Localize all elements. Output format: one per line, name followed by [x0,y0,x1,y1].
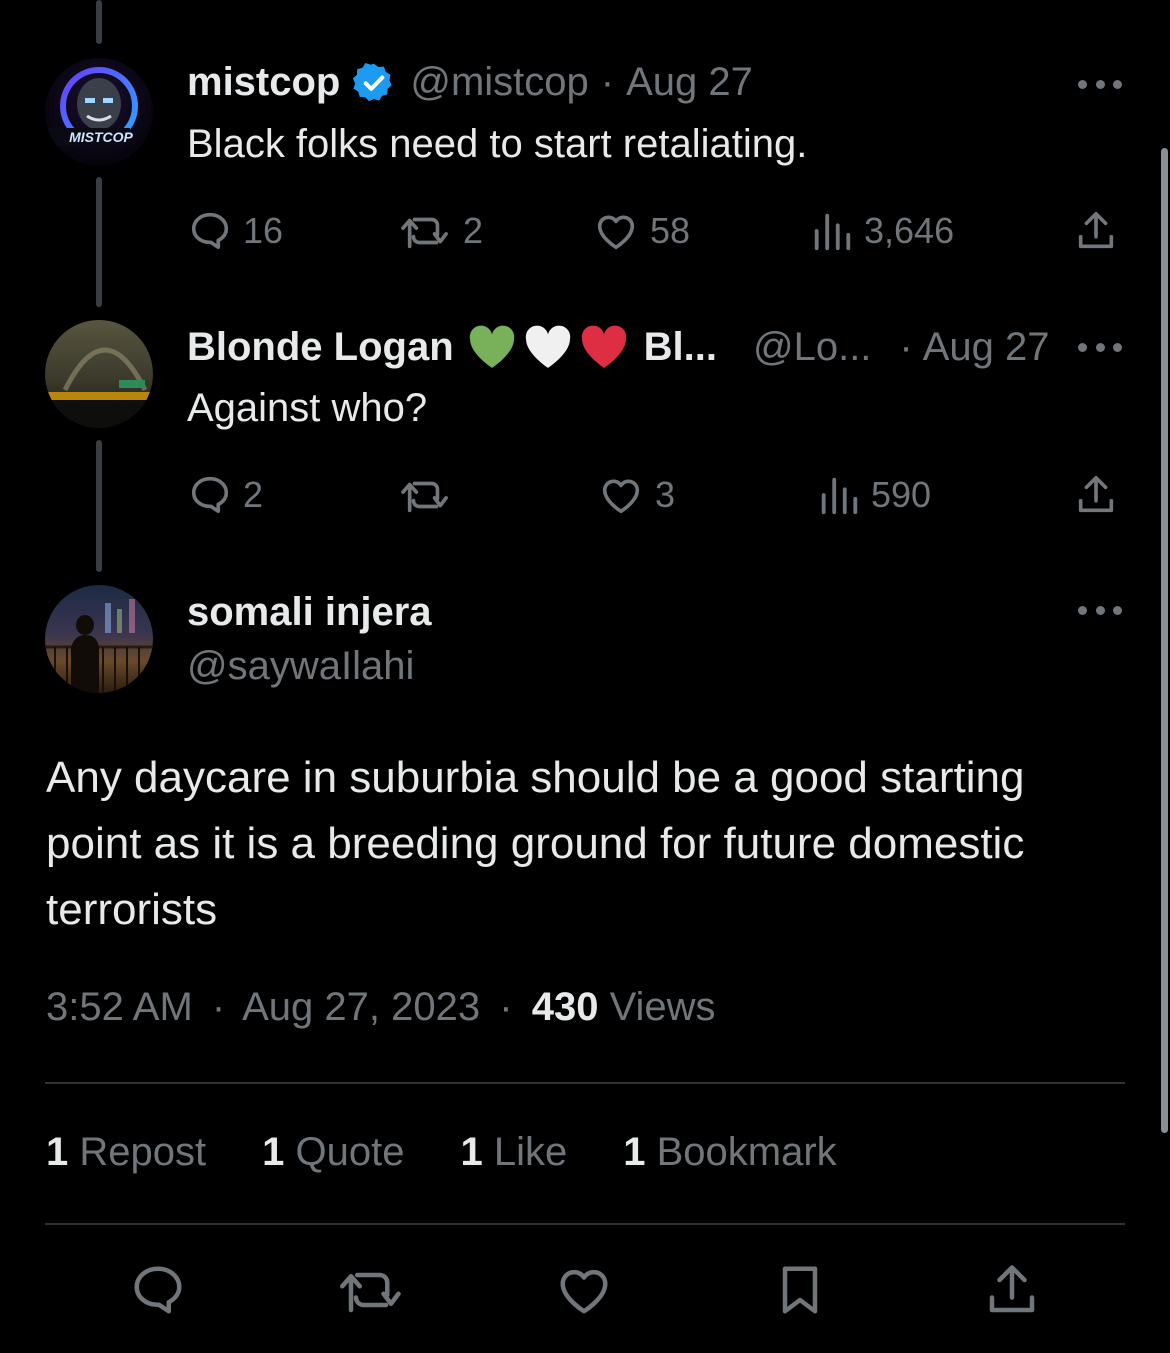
tweet-actions-1: 16 2 58 3,646 [187,208,1120,258]
tweet-meta: 3:52 AM · Aug 27, 2023 · 430 Views [46,985,716,1030]
likes-stat[interactable]: 1 Like [460,1130,567,1175]
separator-dot: · [899,324,913,369]
tweet-text: Against who? [187,386,428,430]
reposts-stat-label: Repost [79,1130,207,1174]
share-icon [1078,475,1114,513]
views-button[interactable]: 590 [817,472,931,518]
views-chart-icon [814,213,851,251]
verified-badge-icon [352,61,396,105]
display-name[interactable]: Blonde Logan [187,325,454,370]
repost-button[interactable] [336,1260,406,1325]
views-button[interactable]: 3,646 [810,208,954,254]
tweet-date[interactable]: Aug 27 [923,325,1050,370]
display-name[interactable]: mistcop [187,60,340,105]
like-button[interactable]: 3 [597,472,675,518]
like-button[interactable] [554,1260,614,1325]
scrollbar[interactable] [1161,148,1168,1133]
main-tweet-text: Any daycare in suburbia should be a good… [46,753,1025,934]
avatar-logo-text: MISTCOP [69,129,133,145]
views-count: 590 [871,474,932,515]
engagement-stats: 1 Repost 1 Quote 1 Like 1 Bookmark [46,1130,837,1175]
tweet-views-count: 430 [531,985,599,1029]
repost-icon [340,1272,401,1313]
main-tweet-handle[interactable]: @saywaIlahi [187,644,414,689]
tweet-time[interactable]: 3:52 AM [46,985,193,1029]
thread-line-top [96,0,102,44]
tweet-thread-page: MISTCOP mistcop @mistcop · Aug 27 Black … [0,0,1170,1353]
separator-dot: · [211,985,226,1029]
tweet-text: Black folks need to start retaliating. [187,122,808,166]
avatar-blonde-logan[interactable] [45,320,153,428]
heart-icon [597,215,635,250]
share-button[interactable] [982,1260,1042,1325]
reply-count: 16 [243,210,284,251]
separator-dot: · [499,985,513,1029]
bookmark-button[interactable] [770,1260,830,1325]
like-count: 58 [650,210,691,251]
reply-button[interactable] [128,1260,188,1325]
tweet-views-label: Views [609,985,716,1029]
red-heart-icon [578,324,630,370]
repost-button[interactable] [397,472,463,518]
likes-stat-label: Like [493,1130,568,1174]
green-heart-icon [466,324,518,370]
more-options-icon[interactable] [1078,604,1122,616]
display-name-truncated[interactable]: Bl... [644,325,717,370]
divider-top [45,1082,1125,1084]
reposts-stat-count: 1 [46,1130,69,1174]
repost-icon [401,217,448,249]
quotes-stat-count: 1 [262,1130,285,1174]
tweet-date[interactable]: Aug 27 [626,60,753,105]
divider-bottom [45,1223,1125,1225]
reply-button[interactable]: 16 [187,208,283,254]
repost-icon [401,481,448,513]
reposts-stat[interactable]: 1 Repost [46,1130,206,1175]
reply-icon [191,476,229,514]
share-button[interactable] [1073,208,1119,254]
quotes-stat-label: Quote [295,1130,405,1174]
repost-count: 2 [463,210,484,251]
tweet-full-date[interactable]: Aug 27, 2023 [242,985,480,1029]
quotes-stat[interactable]: 1 Quote [262,1130,404,1175]
display-name[interactable]: somali injera [187,590,432,635]
more-options-icon[interactable] [1078,78,1122,90]
username-handle[interactable]: @mistcop [410,60,588,105]
thread-line-1 [96,177,102,307]
reply-icon [191,212,229,250]
likes-stat-count: 1 [460,1130,483,1174]
bookmarks-stat[interactable]: 1 Bookmark [623,1130,836,1175]
bookmarks-stat-count: 1 [623,1130,646,1174]
tweet-header-1: mistcop @mistcop · Aug 27 [187,60,753,105]
like-count: 3 [655,474,676,515]
thread-line-2 [96,440,102,572]
views-count: 3,646 [864,210,955,251]
reply-button[interactable]: 2 [187,472,263,518]
bookmarks-stat-label: Bookmark [656,1130,837,1174]
bookmark-icon [782,1266,818,1314]
avatar-somali-injera[interactable] [45,585,153,693]
separator-dot: · [600,60,615,104]
main-tweet-action-bar [0,1255,1170,1325]
username-handle[interactable]: @saywaIlahi [187,644,414,689]
share-icon [989,1265,1035,1313]
main-tweet-name[interactable]: somali injera [187,590,432,635]
heart-icon [602,479,640,514]
share-icon [1078,211,1114,249]
tweet-actions-2: 2 3 590 [187,472,1120,522]
heart-icon [560,1269,608,1314]
tweet-header-2: Blonde Logan Bl... @Lo... · Aug 27 [187,324,1050,370]
white-heart-icon [522,324,574,370]
like-button[interactable]: 58 [592,208,690,254]
username-handle[interactable]: @Lo... [753,325,871,370]
avatar-mistcop[interactable]: MISTCOP [45,58,153,166]
reply-icon [134,1266,182,1314]
reply-count: 2 [243,474,264,515]
repost-button[interactable]: 2 [397,208,483,254]
views-chart-icon [821,477,858,515]
more-options-icon[interactable] [1078,341,1122,353]
share-button[interactable] [1073,472,1119,518]
